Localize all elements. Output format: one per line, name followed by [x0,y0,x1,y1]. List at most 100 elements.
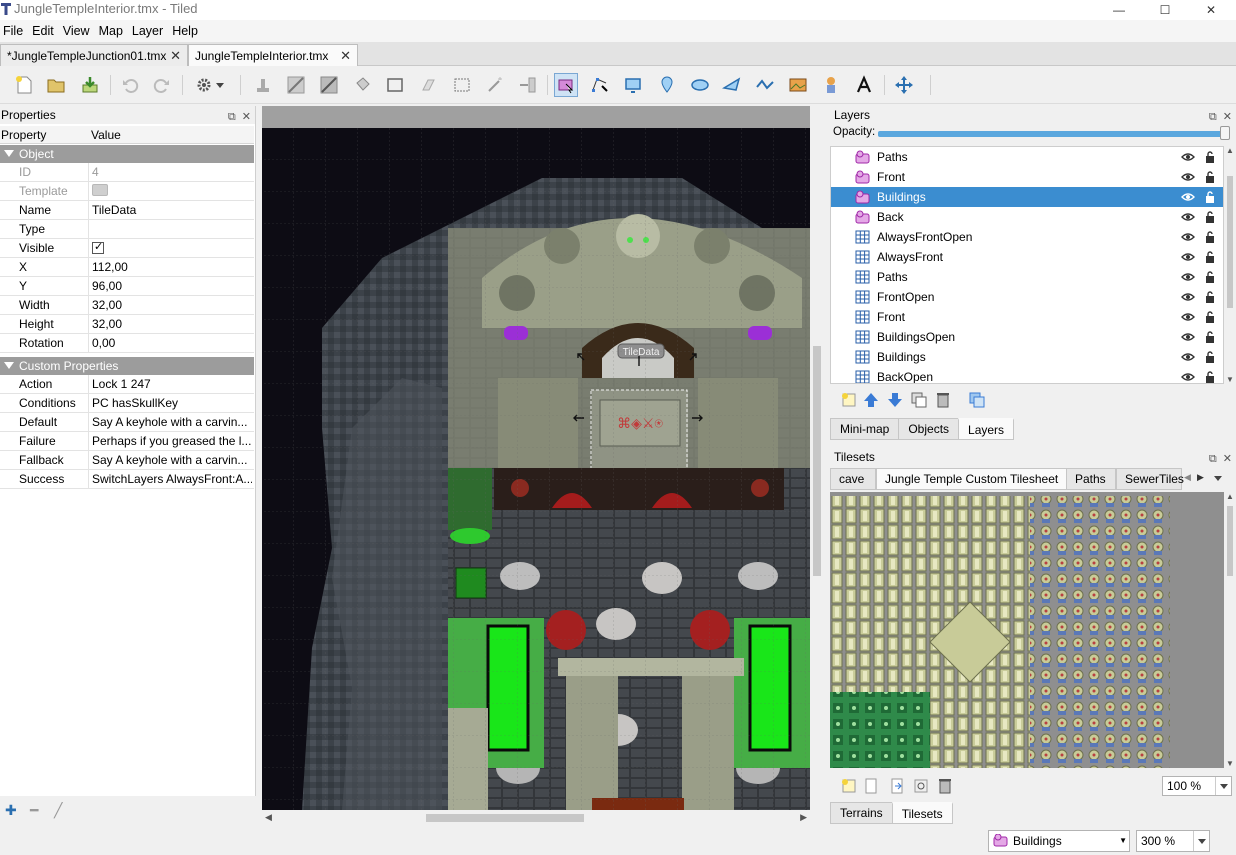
lock-icon[interactable] [1204,150,1216,164]
lock-icon[interactable] [1204,370,1216,384]
layer-row[interactable]: AlwaysFront [831,247,1223,267]
layer-row[interactable]: Paths [831,267,1223,287]
menu-view[interactable]: View [59,24,95,38]
open-button[interactable] [44,73,68,97]
eye-icon[interactable] [1181,171,1195,183]
layer-row[interactable]: FrontOpen [831,287,1223,307]
rect-select-button[interactable] [450,73,474,97]
eye-icon[interactable] [1181,271,1195,283]
menu-help[interactable]: Help [168,24,203,38]
prop-row-fallback[interactable]: Fallback Say A keyhole with a carvin... [0,451,254,470]
prop-row-name[interactable]: Name TileData [0,201,254,220]
close-panel-icon[interactable]: ✕ [1223,450,1232,468]
bucket-fill-button[interactable] [350,73,374,97]
prop-row-rotation[interactable]: Rotation 0,00 [0,334,254,353]
layer-row[interactable]: Paths [831,147,1223,167]
map-zoom-select[interactable]: 300 % [1136,830,1210,852]
world-tool-button[interactable] [892,73,916,97]
map-view[interactable]: ⌘◈⚔⍟ TileData [262,106,810,810]
lock-icon[interactable] [1204,330,1216,344]
eye-icon[interactable] [1181,351,1195,363]
tileset-view[interactable] [830,492,1224,768]
float-panel-icon[interactable]: ⧉ [1209,450,1217,468]
prop-row-visible[interactable]: Visible [0,239,254,258]
prop-row-type[interactable]: Type [0,220,254,239]
current-layer-select[interactable]: Buildings ▼ [988,830,1130,852]
add-property-icon[interactable]: ✚ [5,802,17,819]
tileset-scroll-thumb[interactable] [1227,506,1233,576]
prop-value[interactable]: Say A keyhole with a carvin... [92,415,252,429]
menu-edit[interactable]: Edit [28,24,59,38]
export-tileset-icon[interactable] [888,777,906,795]
prop-row-y[interactable]: Y 96,00 [0,277,254,296]
prop-value[interactable]: Say A keyhole with a carvin... [92,453,252,467]
lower-layer-icon[interactable] [886,391,904,409]
edit-tileset-icon[interactable] [912,777,930,795]
group-object[interactable]: Object [0,145,254,163]
layer-row[interactable]: AlwaysFrontOpen [831,227,1223,247]
float-panel-icon[interactable]: ⧉ [1209,108,1217,126]
undo-button[interactable] [118,73,142,97]
lock-icon[interactable] [1204,210,1216,224]
layer-row[interactable]: Buildings [831,187,1223,207]
prop-value[interactable]: PC hasSkullKey [92,396,252,410]
eye-icon[interactable] [1181,331,1195,343]
prop-value[interactable]: 32,00 [92,298,252,312]
map-hscroll-thumb[interactable] [426,814,584,822]
insert-point-button[interactable] [655,73,679,97]
tileset-zoom-select[interactable]: 100 % [1162,776,1232,796]
tab-layers[interactable]: Layers [958,418,1015,440]
layer-row[interactable]: Back [831,207,1223,227]
prop-row-success[interactable]: Success SwitchLayers AlwaysFront:A... [0,470,254,489]
prop-value[interactable]: 0,00 [92,336,252,350]
eye-icon[interactable] [1181,311,1195,323]
maximize-button[interactable]: ☐ [1142,0,1188,20]
eye-icon[interactable] [1181,211,1195,223]
tab-objects[interactable]: Objects [898,418,960,440]
float-panel-icon[interactable]: ⧉ [228,108,236,126]
prop-row-x[interactable]: X 112,00 [0,258,254,277]
prop-row-failure[interactable]: Failure Perhaps if you greased the l... [0,432,254,451]
minimize-button[interactable]: — [1096,0,1142,20]
eye-icon[interactable] [1181,371,1195,383]
eye-icon[interactable] [1181,151,1195,163]
insert-ellipse-button[interactable] [688,73,712,97]
select-objects-button[interactable] [554,73,578,97]
show-hide-others-icon[interactable] [968,391,986,409]
select-same-tile-button[interactable] [516,73,540,97]
prop-value[interactable]: SwitchLayers AlwaysFront:A... [92,472,252,486]
prop-value[interactable]: Lock 1 247 [92,377,252,391]
delete-layer-icon[interactable] [934,391,952,409]
new-layer-icon[interactable] [840,391,858,409]
lock-icon[interactable] [1204,290,1216,304]
redo-button[interactable] [150,73,174,97]
tab-mini-map[interactable]: Mini-map [830,418,900,440]
close-tab-icon[interactable]: ✕ [340,48,351,64]
tileset-list-dropdown-icon[interactable] [1214,476,1222,481]
lock-icon[interactable] [1204,350,1216,364]
menu-map[interactable]: Map [95,24,128,38]
close-tab-icon[interactable]: ✕ [170,48,181,64]
scroll-left-icon[interactable]: ◀ [265,812,272,823]
map-horizontal-scrollbar[interactable]: ◀ ▶ [262,810,810,826]
doc-tab-interior[interactable]: JungleTempleInterior.tmx ✕ [188,44,358,66]
rename-property-icon[interactable]: ╱ [54,802,62,819]
layer-row[interactable]: Buildings [831,347,1223,367]
prop-value[interactable]: TileData [92,203,252,217]
insert-template-button[interactable] [819,73,843,97]
visible-checkbox[interactable] [92,241,104,254]
tileset-tab-jungle-temple[interactable]: Jungle Temple Custom Tilesheet [876,468,1076,490]
tab-terrains[interactable]: Terrains [830,802,893,824]
scroll-down-icon[interactable]: ▼ [1226,759,1234,768]
tileset-tab-paths[interactable]: Paths [1066,468,1116,490]
scroll-up-icon[interactable]: ▲ [1226,492,1234,501]
embed-tileset-icon[interactable] [862,777,880,795]
opacity-slider-handle[interactable] [1220,126,1230,140]
commands-button[interactable] [192,73,228,97]
menu-layer[interactable]: Layer [128,24,168,38]
insert-polygon-button[interactable] [720,73,744,97]
prop-value[interactable]: 32,00 [92,317,252,331]
eye-icon[interactable] [1181,291,1195,303]
shape-fill-button[interactable] [383,73,407,97]
edit-polygons-button[interactable] [588,73,612,97]
